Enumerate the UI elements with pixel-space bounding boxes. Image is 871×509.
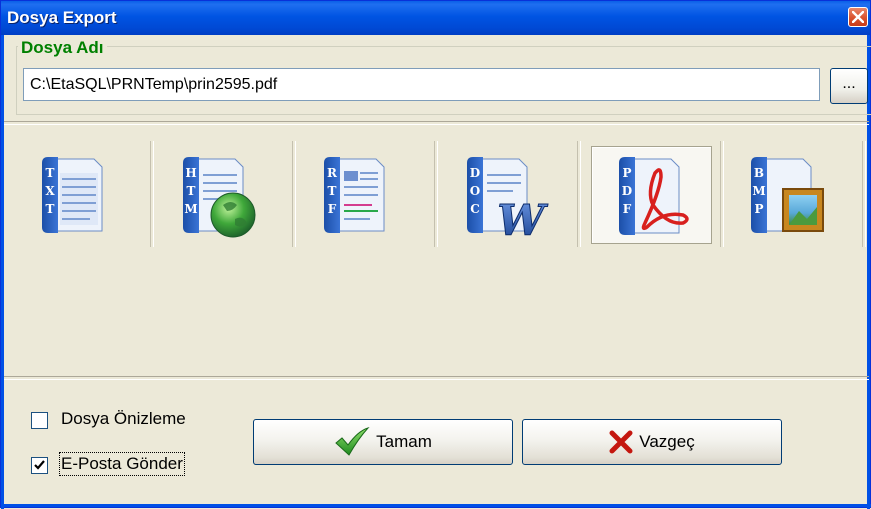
checkmark-icon: [34, 460, 45, 470]
svg-text:T: T: [187, 184, 196, 198]
format-button-htm[interactable]: H T M: [156, 147, 274, 243]
toolbar-separator: [577, 141, 581, 247]
svg-text:C: C: [470, 202, 480, 216]
toolbar-separator: [434, 141, 438, 247]
format-button-doc[interactable]: D O C W: [440, 147, 558, 243]
svg-text:F: F: [328, 202, 337, 216]
svg-text:P: P: [754, 202, 763, 216]
svg-text:O: O: [470, 184, 480, 198]
format-toolbar: T X T H T M R T F D O C W P D F B M P: [4, 123, 869, 375]
file-path-input[interactable]: C:\EtaSQL\PRNTemp\prin2595.pdf: [23, 68, 820, 101]
pdf-file-icon: P D F: [619, 157, 689, 235]
svg-text:R: R: [327, 166, 338, 180]
svg-text:D: D: [470, 166, 480, 180]
close-icon: [852, 11, 864, 23]
checkmark-icon: [335, 427, 370, 456]
toolbar-separator: [150, 141, 154, 247]
email-label: E-Posta Gönder: [59, 452, 185, 476]
txt-file-icon: T X T: [42, 157, 103, 233]
preview-label: Dosya Önizleme: [61, 409, 186, 428]
preview-checkbox[interactable]: [31, 412, 48, 429]
svg-text:T: T: [328, 184, 337, 198]
doc-file-icon: D O C W: [467, 157, 549, 239]
svg-text:W: W: [497, 196, 548, 239]
svg-text:X: X: [45, 184, 55, 198]
format-button-rtf[interactable]: R T F: [297, 147, 415, 243]
format-button-pdf[interactable]: P D F: [591, 146, 712, 244]
svg-text:F: F: [623, 202, 632, 216]
svg-text:T: T: [46, 166, 55, 180]
svg-text:B: B: [754, 166, 764, 180]
svg-text:T: T: [46, 202, 55, 216]
toolbar-separator: [862, 141, 866, 247]
export-dialog: Dosya Export Dosya Adı C:\EtaSQL\PRNTemp…: [0, 0, 871, 509]
window-border-bottom: [1, 504, 871, 507]
format-button-bmp[interactable]: B M P: [724, 147, 842, 243]
file-name-legend: Dosya Adı: [18, 38, 107, 58]
email-checkbox[interactable]: [31, 457, 48, 474]
svg-text:M: M: [184, 202, 197, 216]
title-bar[interactable]: Dosya Export: [1, 1, 870, 35]
toolbar-separator: [292, 141, 296, 247]
svg-text:D: D: [622, 184, 632, 198]
format-button-txt[interactable]: T X T: [15, 147, 133, 243]
rtf-file-icon: R T F: [324, 157, 385, 233]
x-mark-icon: [609, 430, 633, 454]
svg-text:M: M: [752, 184, 765, 198]
window-title: Dosya Export: [7, 8, 117, 27]
browse-button[interactable]: ...: [830, 68, 868, 104]
cancel-button[interactable]: Vazgeç: [522, 419, 782, 465]
ok-button[interactable]: Tamam: [253, 419, 513, 465]
divider: [4, 376, 869, 380]
bmp-file-icon: B M P: [751, 157, 824, 233]
htm-file-icon: H T M: [183, 157, 256, 238]
svg-text:H: H: [185, 166, 196, 180]
ok-label: Tamam: [376, 432, 432, 451]
close-button[interactable]: [848, 7, 868, 27]
cancel-label: Vazgeç: [639, 432, 695, 451]
svg-text:P: P: [622, 166, 631, 180]
